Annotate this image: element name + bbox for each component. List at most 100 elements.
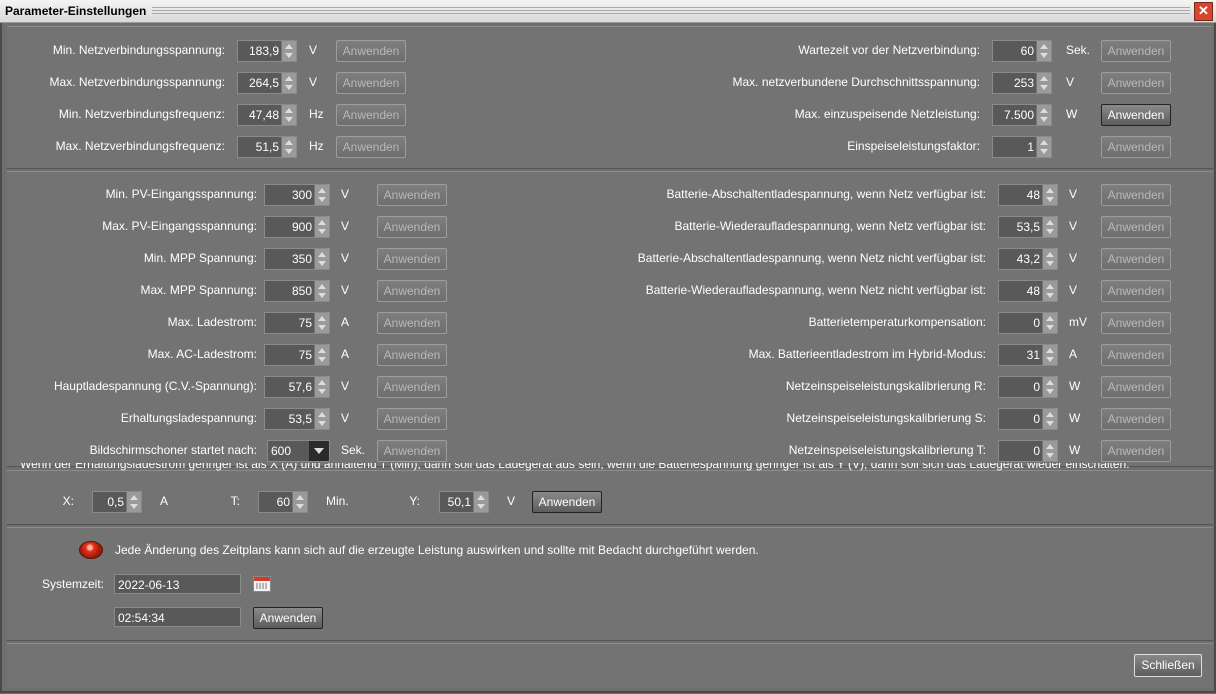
pv-right-5-stepper[interactable]: 31	[998, 344, 1058, 366]
pv-left-7-stepper[interactable]: 53,5	[264, 408, 330, 430]
pv-left-0-stepper-arrows[interactable]	[314, 185, 329, 205]
pv-right-4-stepper-arrows[interactable]	[1042, 313, 1057, 333]
grid-right-0-stepper-arrows[interactable]	[1036, 41, 1051, 61]
grid-left-2-stepper-arrows[interactable]	[281, 105, 296, 125]
pv-left-4-apply-button[interactable]: Anwenden	[377, 312, 447, 334]
pv-left-2-stepper-arrows[interactable]	[314, 249, 329, 269]
pv-right-7-apply-button[interactable]: Anwenden	[1101, 408, 1171, 430]
pv-left-5-stepper[interactable]: 75	[264, 344, 330, 366]
pv-left-5-apply-button[interactable]: Anwenden	[377, 344, 447, 366]
pv-left-6-stepper-arrows[interactable]	[314, 377, 329, 397]
pv-left-6-stepper[interactable]: 57,6	[264, 376, 330, 398]
pv-left-2-apply-button[interactable]: Anwenden	[377, 248, 447, 270]
y-stepper-arrows[interactable]	[473, 492, 488, 512]
pv-right-0-apply-button[interactable]: Anwenden	[1101, 184, 1171, 206]
pv-right-3-stepper[interactable]: 48	[998, 280, 1058, 302]
pv-left-3-stepper-arrows[interactable]	[314, 281, 329, 301]
y-stepper[interactable]: 50,1	[439, 491, 489, 513]
pv-right-2-stepper[interactable]: 43,2	[998, 248, 1058, 270]
title-bar[interactable]: Parameter-Einstellungen ✕	[0, 0, 1216, 23]
calendar-icon[interactable]	[253, 576, 271, 592]
grid-left-2-stepper[interactable]: 47,48	[237, 104, 297, 126]
grid-right-2-stepper[interactable]: 7.500	[992, 104, 1052, 126]
pv-right-1-stepper[interactable]: 53,5	[998, 216, 1058, 238]
time-field[interactable]: 02:54:34	[114, 607, 241, 627]
screensaver-select[interactable]: 600	[267, 440, 330, 462]
pv-right-1-apply-button[interactable]: Anwenden	[1101, 216, 1171, 238]
grid-right-1-stepper[interactable]: 253	[992, 72, 1052, 94]
pv-right-6-stepper-arrows[interactable]	[1042, 377, 1057, 397]
arrow-down-icon	[1046, 325, 1054, 330]
pv-left-1-apply-button[interactable]: Anwenden	[377, 216, 447, 238]
grid-left-1-stepper[interactable]: 264,5	[237, 72, 297, 94]
date-field[interactable]: 2022-06-13	[114, 574, 241, 594]
close-button[interactable]: Schließen	[1134, 654, 1202, 677]
grid-left-0-stepper-arrows[interactable]	[281, 41, 296, 61]
pv-right-5-stepper-arrows[interactable]	[1042, 345, 1057, 365]
pv-right-6-apply-button[interactable]: Anwenden	[1101, 376, 1171, 398]
grid-right-3-stepper[interactable]: 1	[992, 136, 1052, 158]
arrow-up-icon	[285, 44, 293, 49]
pv-right-2-label: Batterie-Abschaltentladespannung, wenn N…	[637, 251, 986, 265]
screensaver-apply-button[interactable]: Anwenden	[377, 440, 447, 462]
grid-left-0-stepper[interactable]: 183,9	[237, 40, 297, 62]
pv-left-7-apply-button[interactable]: Anwenden	[377, 408, 447, 430]
pv-right-6-stepper[interactable]: 0	[998, 376, 1058, 398]
pv-left-5-stepper-arrows[interactable]	[314, 345, 329, 365]
pv-right-2-stepper-arrows[interactable]	[1042, 249, 1057, 269]
systemzeit-label: Systemzeit:	[41, 577, 104, 591]
pv-right-3-apply-button[interactable]: Anwenden	[1101, 280, 1171, 302]
pv-left-0-apply-button[interactable]: Anwenden	[377, 184, 447, 206]
pv-left-4-stepper[interactable]: 75	[264, 312, 330, 334]
pv-right-1-stepper-arrows[interactable]	[1042, 217, 1057, 237]
x-stepper-arrows[interactable]	[126, 492, 141, 512]
pv-right-8-stepper-arrows[interactable]	[1042, 441, 1057, 461]
grid-left-0-apply-button[interactable]: Anwenden	[336, 40, 406, 62]
pv-right-7-stepper[interactable]: 0	[998, 408, 1058, 430]
pv-left-3-apply-button[interactable]: Anwenden	[377, 280, 447, 302]
pv-right-3-stepper-arrows[interactable]	[1042, 281, 1057, 301]
pv-right-2-value: 43,2	[1016, 252, 1040, 266]
arrow-down-icon	[318, 421, 326, 426]
grid-right-0-apply-button[interactable]: Anwenden	[1101, 40, 1171, 62]
grid-left-1-apply-button[interactable]: Anwenden	[336, 72, 406, 94]
xty-apply-button[interactable]: Anwenden	[532, 491, 602, 513]
arrow-up-icon	[285, 140, 293, 145]
pv-left-4-stepper-arrows[interactable]	[314, 313, 329, 333]
pv-left-3-stepper[interactable]: 850	[264, 280, 330, 302]
grid-right-1-apply-button[interactable]: Anwenden	[1101, 72, 1171, 94]
pv-left-1-stepper-arrows[interactable]	[314, 217, 329, 237]
pv-left-2-stepper[interactable]: 350	[264, 248, 330, 270]
pv-right-4-apply-button[interactable]: Anwenden	[1101, 312, 1171, 334]
grid-right-2-apply-button[interactable]: Anwenden	[1101, 104, 1171, 126]
pv-right-8-stepper[interactable]: 0	[998, 440, 1058, 462]
pv-right-0-stepper[interactable]: 48	[998, 184, 1058, 206]
grid-left-3-stepper[interactable]: 51,5	[237, 136, 297, 158]
pv-left-0-stepper[interactable]: 300	[264, 184, 330, 206]
close-window-button[interactable]: ✕	[1194, 2, 1213, 21]
grid-right-0-stepper[interactable]: 60	[992, 40, 1052, 62]
grid-right-0-unit: Sek.	[1066, 43, 1091, 57]
t-stepper-arrows[interactable]	[292, 492, 307, 512]
grid-right-3-apply-button[interactable]: Anwenden	[1101, 136, 1171, 158]
grid-left-2-apply-button[interactable]: Anwenden	[336, 104, 406, 126]
grid-left-3-stepper-arrows[interactable]	[281, 137, 296, 157]
pv-right-8-apply-button[interactable]: Anwenden	[1101, 440, 1171, 462]
t-stepper[interactable]: 60	[258, 491, 308, 513]
grid-right-3-stepper-arrows[interactable]	[1036, 137, 1051, 157]
pv-left-1-stepper[interactable]: 900	[264, 216, 330, 238]
x-stepper[interactable]: 0,5	[92, 491, 142, 513]
pv-right-7-stepper-arrows[interactable]	[1042, 409, 1057, 429]
pv-left-6-apply-button[interactable]: Anwenden	[377, 376, 447, 398]
grid-left-3-apply-button[interactable]: Anwenden	[336, 136, 406, 158]
grid-left-1-stepper-arrows[interactable]	[281, 73, 296, 93]
pv-right-5-apply-button[interactable]: Anwenden	[1101, 344, 1171, 366]
dropdown-arrow-icon[interactable]	[309, 441, 329, 461]
pv-right-0-stepper-arrows[interactable]	[1042, 185, 1057, 205]
grid-right-2-stepper-arrows[interactable]	[1036, 105, 1051, 125]
pv-left-7-stepper-arrows[interactable]	[314, 409, 329, 429]
pv-right-2-apply-button[interactable]: Anwenden	[1101, 248, 1171, 270]
pv-right-4-stepper[interactable]: 0	[998, 312, 1058, 334]
grid-right-1-stepper-arrows[interactable]	[1036, 73, 1051, 93]
time-apply-button[interactable]: Anwenden	[253, 607, 323, 629]
